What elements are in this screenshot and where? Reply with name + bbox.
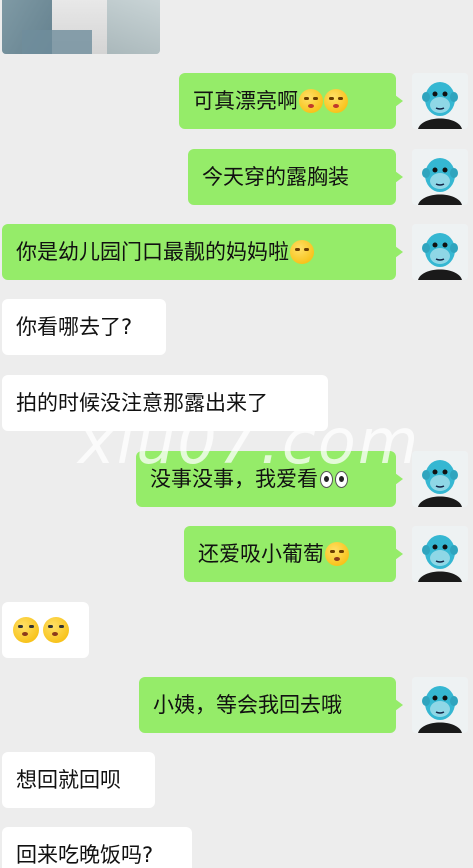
message-text: 你看哪去了? [16, 315, 133, 339]
cartoon-ape-avatar-icon [412, 149, 468, 205]
message-bubble[interactable]: 可真漂亮啊 [179, 73, 403, 129]
thinking-emoji-icon [290, 240, 314, 264]
message-bubble[interactable]: 回来吃晚饭吗? [2, 827, 192, 868]
message-bubble[interactable]: 今天穿的露胸装 [188, 149, 403, 205]
cartoon-ape-avatar-icon [412, 451, 468, 507]
avatar[interactable] [412, 526, 468, 582]
message-bubble[interactable]: 小姨，等会我回去哦 [139, 677, 403, 733]
avatar[interactable] [412, 224, 468, 280]
laughing-emoji-icon [325, 542, 349, 566]
laughing-emoji-icon [13, 617, 39, 643]
cartoon-ape-avatar-icon [412, 73, 468, 129]
message-text: 小姨，等会我回去哦 [153, 693, 342, 717]
cartoon-ape-avatar-icon [412, 526, 468, 582]
laughing-emoji-icon [43, 617, 69, 643]
cartoon-ape-avatar-icon [412, 224, 468, 280]
avatar[interactable] [412, 451, 468, 507]
kissing-face-emoji-icon [299, 89, 323, 113]
message-text: 你是幼儿园门口最靓的妈妈啦 [16, 240, 289, 264]
message-text: 今天穿的露胸装 [202, 165, 349, 189]
kissing-face-emoji-icon [324, 89, 348, 113]
avatar[interactable] [412, 73, 468, 129]
message-bubble[interactable]: 没事没事，我爱看 [136, 451, 403, 507]
message-text: 拍的时候没注意那露出来了 [16, 391, 268, 415]
message-text: 回来吃晚饭吗? [16, 843, 154, 867]
chat-window: 可真漂亮啊 今天穿的露胸装 你是幼儿园门口最靓的妈妈啦 你看哪去了? 拍的时候没… [0, 0, 473, 868]
shared-photo[interactable] [2, 0, 160, 54]
message-text: 还爱吸小葡萄 [198, 542, 324, 566]
message-bubble[interactable]: 想回就回呗 [2, 752, 155, 808]
eyes-emoji-icon [320, 470, 348, 488]
message-bubble[interactable]: 你是幼儿园门口最靓的妈妈啦 [2, 224, 403, 280]
message-bubble[interactable]: 拍的时候没注意那露出来了 [2, 375, 328, 431]
message-bubble[interactable]: 你看哪去了? [2, 299, 166, 355]
cartoon-ape-avatar-icon [412, 677, 468, 733]
message-text: 没事没事，我爱看 [150, 467, 318, 491]
message-text: 想回就回呗 [16, 768, 121, 792]
message-bubble[interactable] [2, 602, 89, 658]
message-text: 可真漂亮啊 [193, 89, 298, 113]
avatar[interactable] [412, 149, 468, 205]
message-bubble[interactable]: 还爱吸小葡萄 [184, 526, 403, 582]
avatar[interactable] [412, 677, 468, 733]
